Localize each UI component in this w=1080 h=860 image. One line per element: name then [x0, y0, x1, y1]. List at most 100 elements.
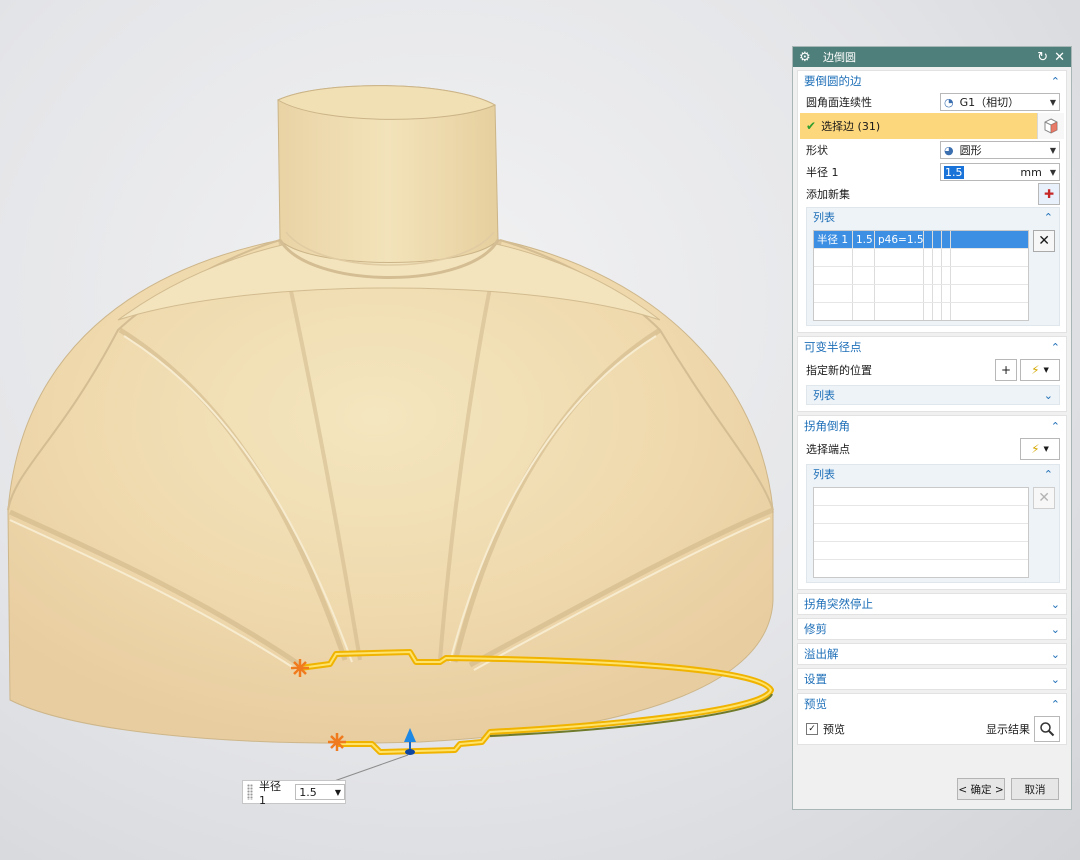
- group-title: 可变半径点: [804, 340, 862, 354]
- cube-icon: [1044, 118, 1058, 134]
- preview-checkbox-label[interactable]: ✓ 预览: [806, 721, 845, 737]
- point-inference-select[interactable]: ⚡ ▼: [1020, 359, 1060, 381]
- add-set-icon: ✚: [1043, 187, 1055, 201]
- settings-header[interactable]: 设置 ⌄: [798, 669, 1066, 689]
- new-location-row: 指定新的位置 + ⚡ ▼: [798, 357, 1066, 383]
- chevron-up-icon[interactable]: ⌃: [1044, 468, 1053, 481]
- list-item: [814, 249, 1029, 267]
- chevron-down-icon[interactable]: ⌄: [1051, 648, 1060, 661]
- new-location-label: 指定新的位置: [806, 364, 872, 377]
- group-title: 要倒圆的边: [804, 74, 862, 88]
- chevron-up-icon[interactable]: ⌃: [1051, 75, 1060, 88]
- remove-corner-button[interactable]: ✕: [1033, 487, 1055, 509]
- continuity-select[interactable]: ◔ G1（相切） ▼: [940, 93, 1060, 111]
- overflow-group[interactable]: 溢出解 ⌄: [797, 643, 1067, 665]
- list-title: 列表: [813, 211, 835, 224]
- corner-setback-header[interactable]: 拐角倒角 ⌃: [798, 416, 1066, 436]
- corner-stop-header[interactable]: 拐角突然停止 ⌄: [798, 594, 1066, 614]
- edges-group-header[interactable]: 要倒圆的边 ⌃: [798, 71, 1066, 91]
- chevron-up-icon[interactable]: ⌃: [1051, 698, 1060, 711]
- drag-grip-icon[interactable]: [247, 784, 253, 800]
- list-cell-name: 半径 1: [814, 231, 853, 248]
- show-result-label: 显示结果: [986, 723, 1030, 736]
- model-view[interactable]: [0, 0, 790, 860]
- overflow-header[interactable]: 溢出解 ⌄: [798, 644, 1066, 664]
- point-dialog-button[interactable]: +: [995, 359, 1017, 381]
- chevron-down-icon[interactable]: ⌄: [1044, 389, 1053, 402]
- variable-list-panel: 列表 ⌄: [806, 385, 1060, 405]
- magnifier-icon: [1040, 722, 1055, 737]
- corner-stop-group[interactable]: 拐角突然停止 ⌄: [797, 593, 1067, 615]
- point-snap-icon: ⚡: [1031, 442, 1040, 456]
- edges-group: 要倒圆的边 ⌃ 圆角面连续性 ◔ G1（相切） ▼ ✔ 选择边 (31) 形状 …: [797, 70, 1067, 333]
- select-edge-button[interactable]: [1037, 113, 1064, 139]
- shape-value: 圆形: [959, 144, 982, 157]
- select-edge-label: 选择边 (31): [821, 120, 881, 133]
- chevron-up-icon[interactable]: ⌃: [1044, 211, 1053, 224]
- chevron-up-icon[interactable]: ⌃: [1051, 341, 1060, 354]
- ok-button[interactable]: < 确定 >: [957, 778, 1005, 800]
- chevron-down-icon[interactable]: ⌄: [1051, 623, 1060, 636]
- variable-list-header[interactable]: 列表 ⌄: [807, 386, 1059, 404]
- endpoint-select[interactable]: ⚡ ▼: [1020, 438, 1060, 460]
- graphics-viewport[interactable]: 半径 1 1.5 ▼: [0, 0, 790, 860]
- trim-group[interactable]: 修剪 ⌄: [797, 618, 1067, 640]
- variable-radius-header[interactable]: 可变半径点 ⌃: [798, 337, 1066, 357]
- dialog-titlebar[interactable]: ⚙ 边倒圆 ↻ ✕: [793, 47, 1071, 67]
- trim-header[interactable]: 修剪 ⌄: [798, 619, 1066, 639]
- chevron-down-icon: ▼: [1043, 445, 1049, 453]
- circular-shape-icon: ◕: [944, 143, 954, 157]
- chevron-down-icon[interactable]: ▼: [335, 788, 341, 797]
- callout-radius-input[interactable]: 1.5 ▼: [295, 784, 345, 800]
- chevron-down-icon[interactable]: ⌄: [1051, 598, 1060, 611]
- shape-label: 形状: [806, 144, 828, 157]
- list-item: [814, 267, 1029, 285]
- preview-header[interactable]: 预览 ⌃: [798, 694, 1066, 714]
- add-new-set-button[interactable]: ✚: [1038, 183, 1060, 205]
- radius-unit: mm: [1020, 165, 1042, 179]
- group-title: 修剪: [804, 622, 827, 636]
- radius-callout[interactable]: 半径 1 1.5 ▼: [242, 780, 346, 807]
- list-item: [814, 488, 1029, 506]
- chevron-up-icon[interactable]: ⌃: [1051, 420, 1060, 433]
- list-item: [814, 285, 1029, 303]
- continuity-label: 圆角面连续性: [806, 96, 872, 109]
- corner-setback-group: 拐角倒角 ⌃ 选择端点 ⚡ ▼ 列表 ⌃ ✕: [797, 415, 1067, 590]
- chevron-down-icon[interactable]: ▼: [1050, 168, 1056, 177]
- edges-list-header[interactable]: 列表 ⌃: [807, 208, 1059, 226]
- corner-list[interactable]: [813, 487, 1030, 578]
- reset-icon[interactable]: ↻: [1037, 50, 1048, 65]
- preview-checkbox[interactable]: ✓: [806, 723, 818, 735]
- close-icon: ✕: [1038, 490, 1050, 506]
- endpoint-label: 选择端点: [806, 443, 850, 456]
- callout-radius-value: 1.5: [299, 785, 317, 799]
- dialog-title: 边倒圆: [823, 51, 856, 64]
- select-edge-row[interactable]: ✔ 选择边 (31): [800, 113, 1064, 139]
- edges-list-panel: 列表 ⌃ 半径 1 1.5 p46=1.5 ✕: [806, 207, 1060, 326]
- corner-list-header[interactable]: 列表 ⌃: [807, 465, 1059, 483]
- group-title: 拐角倒角: [804, 419, 850, 433]
- show-result-button[interactable]: [1034, 716, 1060, 742]
- preview-group: 预览 ⌃ ✓ 预览 显示结果: [797, 693, 1067, 745]
- endpoint-row: 选择端点 ⚡ ▼: [798, 436, 1066, 462]
- close-icon[interactable]: ✕: [1054, 50, 1065, 65]
- list-item[interactable]: 半径 1 1.5 p46=1.5: [814, 231, 1029, 249]
- shape-select[interactable]: ◕ 圆形 ▼: [940, 141, 1060, 159]
- continuity-row: 圆角面连续性 ◔ G1（相切） ▼: [798, 91, 1066, 113]
- radius-label: 半径 1: [806, 166, 839, 179]
- list-item: [814, 524, 1029, 542]
- continuity-value: G1（相切）: [959, 96, 1020, 109]
- list-item: [814, 303, 1028, 320]
- shape-row: 形状 ◕ 圆形 ▼: [798, 139, 1066, 161]
- radius-input[interactable]: 1.5 mm ▼: [940, 163, 1060, 181]
- blend-continuity-icon: ◔: [944, 95, 954, 109]
- checkmark-icon: ✔: [806, 119, 817, 133]
- remove-set-button[interactable]: ✕: [1033, 230, 1055, 252]
- chevron-down-icon[interactable]: ⌄: [1051, 673, 1060, 686]
- preview-label: 预览: [823, 723, 845, 736]
- settings-group[interactable]: 设置 ⌄: [797, 668, 1067, 690]
- cancel-button[interactable]: 取消: [1011, 778, 1059, 800]
- radius-set-list[interactable]: 半径 1 1.5 p46=1.5: [813, 230, 1030, 321]
- close-icon: ✕: [1038, 233, 1050, 249]
- group-title: 拐角突然停止: [804, 597, 873, 611]
